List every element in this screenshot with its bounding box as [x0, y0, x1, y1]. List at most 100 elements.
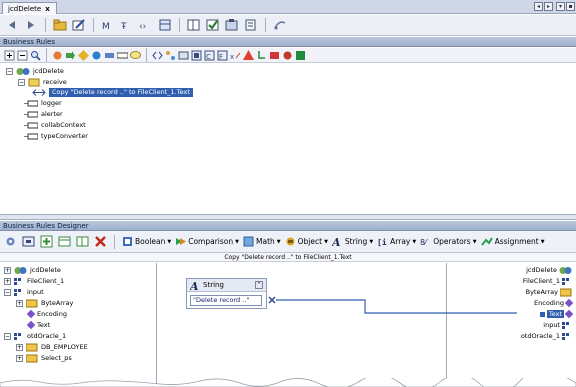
mapping-canvas[interactable]: A String ^ "Delete record .."	[158, 263, 446, 387]
export-map-icon[interactable]: Ŧ	[119, 17, 135, 33]
tree-node-jcddelete[interactable]: − jcdDelete	[6, 66, 64, 76]
forward-arrow-icon[interactable]	[23, 17, 39, 33]
chevron-down-icon: ▼	[324, 238, 328, 245]
torn-edge	[0, 378, 576, 387]
tree-node-collabcontext[interactable]: collabContext	[24, 120, 86, 130]
tree-node-copy-rule[interactable]: Copy "Delete record .." to FileClient_1.…	[32, 87, 193, 97]
tree-node-typeconverter[interactable]: typeConverter	[24, 131, 88, 141]
otd-icon	[562, 321, 569, 329]
deploy-icon[interactable]	[243, 17, 259, 33]
target-node-bytearray[interactable]: ByteArray	[526, 287, 572, 297]
add-row-icon[interactable]	[39, 235, 53, 249]
math-menu[interactable]: Math ▼	[243, 236, 281, 247]
source-node-otdoracle[interactable]: − otdOracle_1	[4, 331, 66, 341]
tree-node-alerter[interactable]: alerter	[24, 109, 63, 119]
comment-icon[interactable]	[130, 50, 141, 61]
boolean-icon	[123, 237, 132, 246]
throw-icon[interactable]	[243, 49, 254, 61]
source-node-bytearray[interactable]: + ByteArray	[16, 298, 73, 308]
rule-icon[interactable]	[52, 50, 63, 61]
expand-toggle-icon[interactable]: +	[16, 354, 23, 362]
expand-toggle-icon[interactable]: +	[4, 266, 11, 274]
edit-properties-icon[interactable]	[71, 17, 87, 33]
collapse-toggle-icon[interactable]: −	[4, 332, 11, 340]
expand-all-icon[interactable]	[4, 50, 15, 61]
target-node-fileclient[interactable]: FileClient_1	[523, 276, 572, 286]
layout-view-icon[interactable]	[186, 17, 202, 33]
expand-toggle-icon[interactable]: +	[4, 277, 11, 285]
assign-icon[interactable]	[65, 50, 76, 61]
var-icon[interactable]	[117, 50, 128, 61]
editor-tab-jcddelete[interactable]: jcdDelete x	[2, 2, 57, 14]
rule-xml-icon[interactable]: x	[230, 50, 241, 61]
source-node-text[interactable]: Text	[26, 320, 50, 330]
boolean-menu[interactable]: Boolean ▼	[122, 236, 171, 247]
source-node-jcddelete[interactable]: + jcdDelete	[4, 265, 61, 275]
collapse-toggle-icon[interactable]: −	[18, 78, 25, 86]
back-arrow-icon[interactable]	[4, 17, 20, 33]
object-menu[interactable]: Object ▼	[285, 236, 328, 247]
if-branch-icon[interactable]	[78, 49, 89, 61]
restore-window-icon[interactable]: ▪	[566, 2, 575, 11]
tab-list-menu-icon[interactable]: ▾	[556, 2, 565, 11]
source-node-select-ps[interactable]: + Select_ps	[16, 353, 72, 363]
target-node-text[interactable]: Text	[539, 309, 574, 319]
comparison-menu[interactable]: Comparison ▼	[175, 236, 239, 247]
object-icon[interactable]	[178, 50, 189, 61]
zoom-fit-icon[interactable]	[21, 235, 35, 249]
find-icon[interactable]	[30, 50, 41, 61]
breakpoint-icon[interactable]	[269, 50, 280, 61]
delete-x-icon[interactable]	[93, 235, 107, 249]
source-node-db-employee[interactable]: + DB_EMPLOYEE	[16, 342, 88, 352]
target-node-input[interactable]: input	[543, 320, 572, 330]
local-variable-icon[interactable]	[165, 50, 176, 61]
expand-toggle-icon[interactable]: +	[16, 299, 23, 307]
assignment-menu[interactable]: Assignment ▼	[480, 236, 545, 247]
validate-check-icon[interactable]	[205, 17, 221, 33]
panel-splitter[interactable]	[0, 214, 576, 220]
target-node-encoding[interactable]: Encoding	[534, 298, 574, 308]
target-node-otdoracle[interactable]: otdOracle_1	[521, 331, 572, 341]
import-map-icon[interactable]: M	[100, 17, 116, 33]
database-icon[interactable]	[157, 17, 173, 33]
auto-layout-icon[interactable]	[3, 235, 17, 249]
switch-icon[interactable]	[282, 50, 293, 61]
catch-block-icon[interactable]: C	[204, 50, 215, 61]
otd-icon	[562, 332, 569, 340]
collapse-toggle-icon[interactable]: −	[6, 67, 13, 75]
source-node-input[interactable]: − input	[4, 287, 44, 297]
method-icon[interactable]	[91, 50, 102, 61]
object-menu-label: Object	[297, 237, 323, 246]
return-icon[interactable]	[256, 50, 267, 61]
collapse-all-icon[interactable]	[17, 50, 28, 61]
scroll-tabs-left-icon[interactable]: ◂	[534, 2, 543, 11]
output-port-icon[interactable]	[268, 296, 276, 304]
add-table-icon[interactable]	[57, 235, 71, 249]
collapse-toggle-icon[interactable]: −	[4, 288, 11, 296]
link-icon[interactable]	[272, 17, 288, 33]
scroll-tabs-right-icon[interactable]: ▸	[544, 2, 553, 11]
operators-menu[interactable]: 8⁄ Operators ▼	[420, 236, 476, 247]
while-loop-icon[interactable]	[104, 50, 115, 61]
finally-block-icon[interactable]: F	[217, 50, 228, 61]
open-folder-icon[interactable]	[52, 17, 68, 33]
string-value-field[interactable]: "Delete record .."	[190, 295, 262, 306]
collapse-box-icon[interactable]: ^	[255, 281, 263, 289]
chevron-down-icon: ▼	[276, 238, 281, 245]
string-literal-box[interactable]: A String ^ "Delete record .."	[186, 278, 267, 309]
insert-literal-icon[interactable]	[75, 235, 89, 249]
source-code-icon[interactable]	[152, 50, 163, 61]
target-node-jcddelete[interactable]: jcdDelete	[526, 265, 572, 275]
tree-node-logger[interactable]: logger	[24, 98, 62, 108]
string-menu[interactable]: A String ▼	[332, 236, 373, 247]
array-menu[interactable]: [i] Array▼	[377, 236, 416, 247]
close-tab-icon[interactable]: x	[45, 5, 50, 13]
expand-toggle-icon[interactable]: +	[16, 343, 23, 351]
case-icon[interactable]	[295, 50, 306, 61]
code-view-icon[interactable]: ‹›	[138, 17, 154, 33]
test-run-icon[interactable]	[224, 17, 240, 33]
source-node-fileclient[interactable]: + FileClient_1	[4, 276, 64, 286]
try-block-icon[interactable]	[191, 50, 202, 61]
tree-node-receive[interactable]: − receive	[18, 77, 67, 87]
source-node-encoding[interactable]: Encoding	[26, 309, 67, 319]
